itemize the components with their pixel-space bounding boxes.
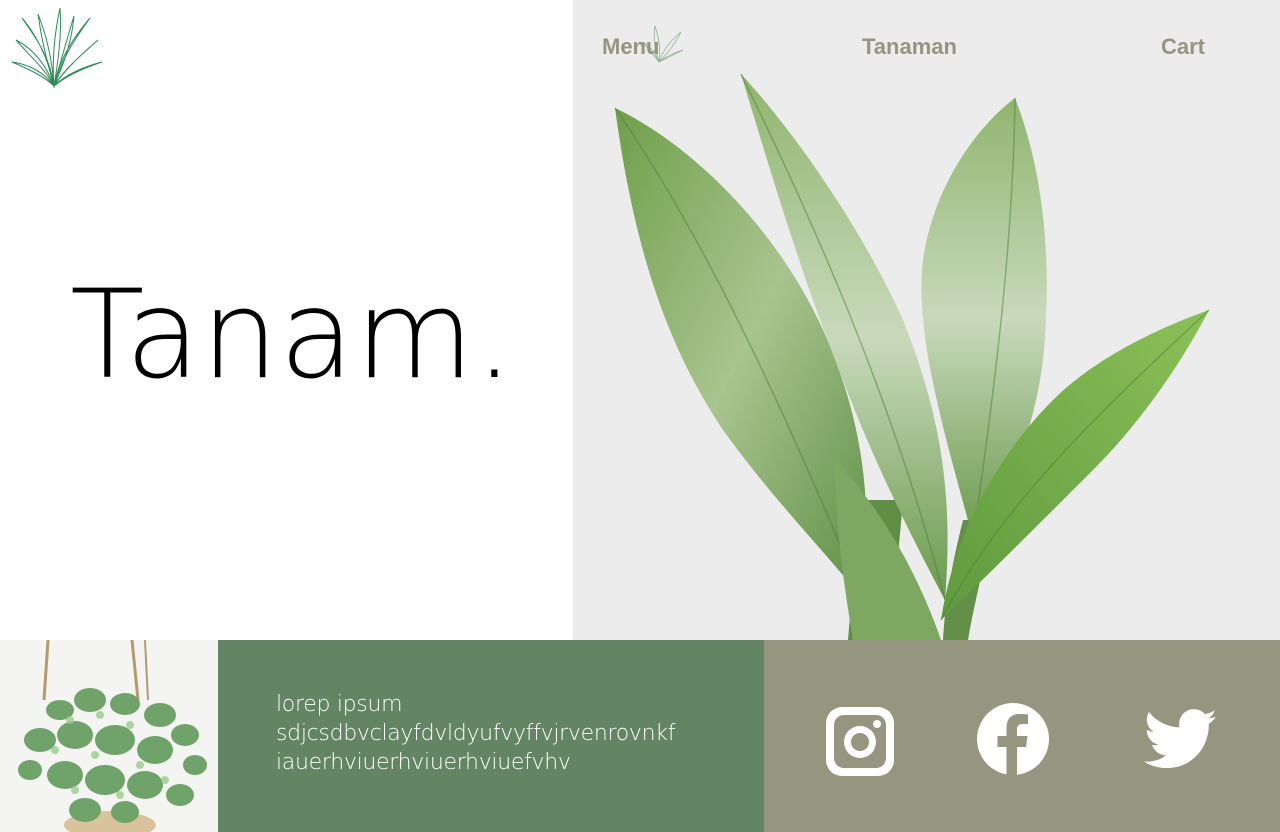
leaf-decoration-icon [642, 25, 684, 63]
nav-tanaman[interactable]: Tanaman [862, 34, 957, 60]
brand-title: Tanam. [70, 264, 515, 406]
plant-image [614, 73, 1210, 640]
description-line: iauerhviuerhviuerhviuefvhv [276, 750, 571, 775]
facebook-icon[interactable] [977, 703, 1049, 775]
hero-left: Tanam. [0, 0, 573, 640]
hanging-plant-image [0, 640, 218, 832]
social-panel [764, 640, 1280, 832]
description-panel: lorep ipsum sdjcsdbvclayfdvldyufvyffvjrv… [218, 640, 764, 832]
hero-right: Menu Tanaman Cart [573, 0, 1280, 640]
footer: lorep ipsum sdjcsdbvclayfdvldyufvyffvjrv… [0, 640, 1280, 832]
leaf-logo-icon[interactable] [8, 4, 104, 88]
nav-cart[interactable]: Cart [1161, 34, 1205, 60]
twitter-icon[interactable] [1144, 708, 1218, 772]
description-line: sdjcsdbvclayfdvldyufvyffvjrvenrovnkf [276, 721, 676, 746]
instagram-icon[interactable] [826, 707, 894, 776]
description-line: lorep ipsum [276, 692, 403, 717]
description-text: lorep ipsum sdjcsdbvclayfdvldyufvyffvjrv… [276, 690, 746, 777]
